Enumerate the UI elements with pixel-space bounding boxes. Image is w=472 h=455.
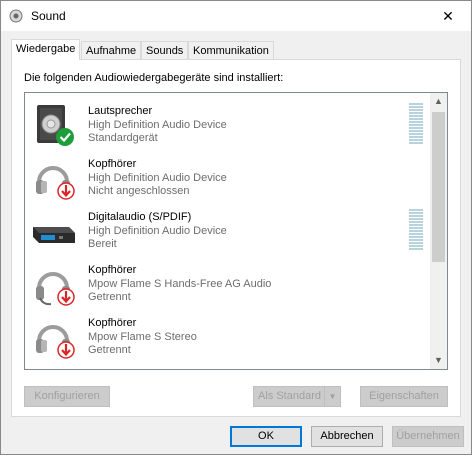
headphones-icon (31, 315, 77, 361)
set-default-button[interactable]: Als Standard ▼ (253, 386, 341, 407)
tab-aufnahme[interactable]: Aufnahme (81, 41, 142, 59)
close-button[interactable]: ✕ (425, 1, 471, 31)
device-name: Kopfhörer (88, 158, 137, 170)
vertical-scrollbar[interactable]: ▲ ▼ (430, 93, 447, 369)
window-title: Sound (31, 9, 66, 23)
properties-button[interactable]: Eigenschaften (360, 386, 448, 407)
cancel-button[interactable]: Abbrechen (311, 426, 383, 447)
device-status: Getrennt (88, 344, 131, 356)
ok-button[interactable]: OK (230, 426, 302, 447)
tab-sounds[interactable]: Sounds (141, 41, 189, 59)
close-icon: ✕ (442, 8, 454, 24)
device-status: Nicht angeschlossen (88, 185, 190, 197)
scroll-up-icon[interactable]: ▲ (430, 93, 447, 110)
title-bar[interactable]: Sound ✕ (1, 1, 471, 31)
configure-button[interactable]: Konfigurieren (24, 386, 110, 407)
volume-meter (409, 209, 423, 253)
device-status: Getrennt (88, 291, 131, 303)
headset-icon (31, 262, 77, 308)
playback-panel: Die folgenden Audiowiedergabegeräte sind… (11, 59, 461, 417)
tab-wiedergabe[interactable]: Wiedergabe (11, 39, 81, 60)
chevron-down-icon[interactable]: ▼ (324, 387, 340, 406)
device-description: High Definition Audio Device (88, 172, 227, 184)
device-description: High Definition Audio Device (88, 119, 227, 131)
device-description: High Definition Audio Device (88, 225, 227, 237)
digital-audio-icon (31, 209, 77, 255)
speaker-icon (31, 103, 77, 149)
scroll-thumb[interactable] (432, 112, 445, 262)
device-description: Mpow Flame S Stereo (88, 331, 197, 343)
scroll-down-icon[interactable]: ▼ (430, 352, 447, 369)
device-name: Digitalaudio (S/PDIF) (88, 211, 192, 223)
instruction-text: Die folgenden Audiowiedergabegeräte sind… (24, 72, 284, 84)
volume-meter (409, 103, 423, 147)
sound-dialog: Sound ✕ Wiedergabe Aufnahme Sounds Kommu… (0, 0, 472, 455)
device-status: Bereit (88, 238, 117, 250)
list-item[interactable]: Lautsprecher High Definition Audio Devic… (25, 99, 430, 152)
device-name: Kopfhörer (88, 264, 137, 276)
headphones-icon (31, 156, 77, 202)
set-default-label: Als Standard (258, 390, 321, 402)
sound-icon (9, 9, 23, 23)
tab-kommunikation[interactable]: Kommunikation (188, 41, 274, 59)
list-item[interactable]: Kopfhörer Mpow Flame S Stereo Getrennt (25, 311, 430, 364)
list-item[interactable]: Kopfhörer Mpow Flame S Hands-Free AG Aud… (25, 258, 430, 311)
apply-button[interactable]: Übernehmen (392, 426, 464, 447)
device-list[interactable]: Lautsprecher High Definition Audio Devic… (24, 92, 448, 370)
list-item[interactable]: Digitalaudio (S/PDIF) High Definition Au… (25, 205, 430, 258)
device-name: Kopfhörer (88, 317, 137, 329)
list-item[interactable]: Kopfhörer High Definition Audio Device N… (25, 152, 430, 205)
device-description: Mpow Flame S Hands-Free AG Audio (88, 278, 272, 290)
default-check-icon (56, 128, 74, 146)
device-name: Lautsprecher (88, 105, 153, 117)
device-status: Standardgerät (88, 132, 158, 144)
